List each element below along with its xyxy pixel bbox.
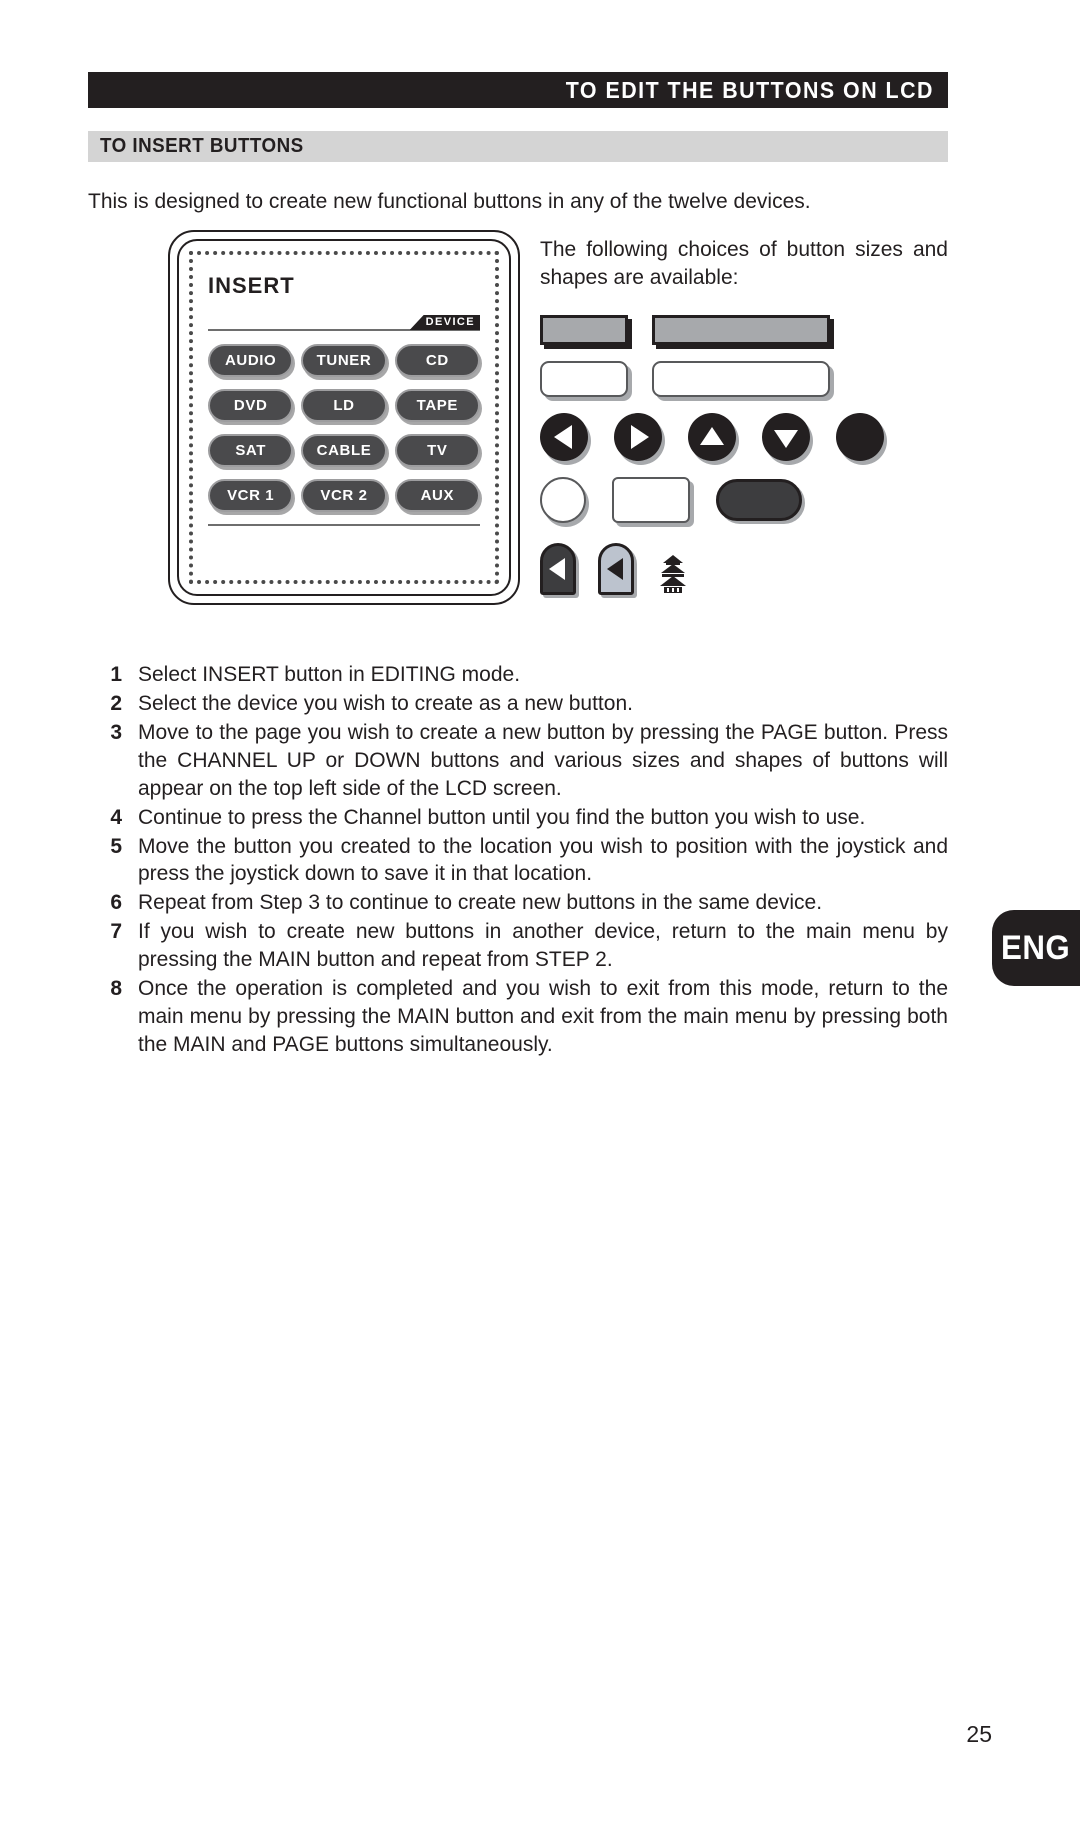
lcd-button-vcr2[interactable]: VCR 2 — [301, 479, 387, 512]
step-number: 4 — [110, 805, 122, 829]
page-number: 25 — [966, 1721, 992, 1747]
step-item: 8 Once the operation is completed and yo… — [100, 975, 948, 1059]
step-text: Select INSERT button in EDITING mode. — [138, 663, 521, 686]
plain-filled-circle-icon — [836, 413, 884, 461]
step-number: 5 — [110, 834, 122, 858]
shape-row-outline-shapes — [540, 477, 960, 523]
step-number: 3 — [110, 720, 122, 744]
shape-row-arrow-circles — [540, 413, 960, 461]
manual-page: TO EDIT THE BUTTONS ON LCD TO INSERT BUT… — [0, 0, 1080, 1828]
lcd-device-illustration: INSERT DEVICE AUDIO TUNER CD DVD LD TAPE… — [168, 230, 520, 605]
lcd-screen: INSERT DEVICE AUDIO TUNER CD DVD LD TAPE… — [189, 251, 499, 584]
shape-row-outline-bars — [540, 361, 960, 397]
lcd-button-tuner[interactable]: TUNER — [301, 344, 387, 377]
outline-bar-large-icon — [652, 361, 830, 397]
section-header-bar: TO INSERT BUTTONS — [88, 131, 948, 162]
arch-dark-left-arrow-icon — [540, 543, 576, 595]
lcd-button-aux[interactable]: AUX — [394, 479, 480, 512]
lcd-device-button-grid: AUDIO TUNER CD DVD LD TAPE SAT CABLE TV … — [208, 344, 480, 512]
lcd-button-audio[interactable]: AUDIO — [208, 344, 294, 377]
lcd-button-dvd[interactable]: DVD — [208, 389, 294, 422]
lcd-button-tv[interactable]: TV — [394, 434, 480, 467]
page-title: TO EDIT THE BUTTONS ON LCD — [565, 76, 934, 103]
button-shapes-gallery — [540, 315, 960, 611]
shape-row-filled-bars — [540, 315, 960, 345]
step-text: Select the device you wish to create as … — [138, 691, 633, 715]
arch-light-left-arrow-icon — [598, 543, 634, 595]
lcd-device-tab-row: DEVICE — [208, 309, 480, 331]
lcd-button-cable[interactable]: CABLE — [301, 434, 387, 467]
lcd-divider-bottom — [208, 524, 480, 526]
step-item: 7 If you wish to create new buttons in a… — [100, 918, 948, 974]
outline-bar-small-icon — [540, 361, 628, 397]
arrow-right-circle-icon — [614, 413, 662, 461]
arrow-down-circle-icon — [762, 413, 810, 461]
shapes-intro-paragraph: The following choices of button sizes an… — [540, 238, 948, 290]
language-tab-label: ENG — [1001, 928, 1071, 967]
lcd-screen-title: INSERT — [208, 273, 295, 298]
step-item: 6 Repeat from Step 3 to continue to crea… — [100, 889, 948, 917]
outline-circle-icon — [540, 477, 586, 523]
pagoda-icon — [660, 555, 686, 593]
lcd-button-vcr1[interactable]: VCR 1 — [208, 479, 294, 512]
step-text: Once the operation is completed and you … — [138, 977, 948, 1056]
filled-bar-small-icon — [540, 315, 628, 345]
filled-bar-large-icon — [652, 315, 830, 345]
step-number: 1 — [110, 663, 122, 686]
lcd-button-cd[interactable]: CD — [394, 344, 480, 377]
dark-pill-icon — [716, 479, 802, 521]
step-number: 7 — [110, 920, 122, 944]
instruction-steps-list: 1 Select INSERT button in EDITING mode. … — [100, 661, 948, 1060]
lcd-device-tab: DEVICE — [409, 315, 480, 330]
arrow-left-circle-icon — [540, 413, 588, 461]
shape-row-arch-icons — [540, 543, 960, 595]
step-item: 4 Continue to press the Channel button u… — [100, 804, 948, 832]
step-text: Repeat from Step 3 to continue to create… — [138, 891, 823, 915]
step-item: 2 Select the device you wish to create a… — [100, 690, 948, 718]
step-number: 8 — [110, 977, 122, 1001]
section-title: TO INSERT BUTTONS — [100, 135, 304, 157]
language-tab-eng: ENG — [992, 910, 1080, 986]
step-item: 1 Select INSERT button in EDITING mode. — [100, 661, 948, 689]
step-text: If you wish to create new buttons in ano… — [138, 920, 948, 972]
intro-paragraph: This is designed to create new functiona… — [88, 190, 811, 213]
outline-rectangle-icon — [612, 477, 690, 523]
step-item: 5 Move the button you created to the loc… — [100, 833, 948, 889]
lcd-button-ld[interactable]: LD — [301, 389, 387, 422]
step-number: 2 — [110, 691, 122, 715]
step-number: 6 — [110, 891, 122, 915]
lcd-button-tape[interactable]: TAPE — [394, 389, 480, 422]
step-text: Move to the page you wish to create a ne… — [138, 720, 948, 800]
lcd-button-sat[interactable]: SAT — [208, 434, 294, 467]
step-text: Continue to press the Channel button unt… — [138, 805, 866, 829]
page-header-bar: TO EDIT THE BUTTONS ON LCD — [88, 72, 948, 108]
arrow-up-circle-icon — [688, 413, 736, 461]
step-text: Move the button you created to the locat… — [138, 834, 948, 886]
step-item: 3 Move to the page you wish to create a … — [100, 719, 948, 803]
